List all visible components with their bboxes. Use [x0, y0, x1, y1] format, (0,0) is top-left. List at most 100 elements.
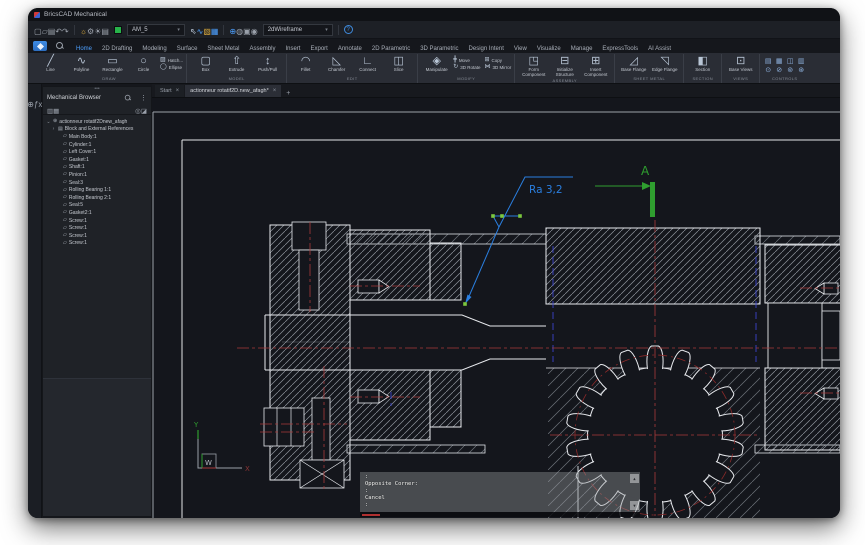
ribbon-button[interactable]: ∟Connect	[352, 55, 383, 72]
document-tab-label: Start	[160, 88, 172, 94]
qat-file-icon[interactable]: ↷	[62, 27, 69, 36]
selection-grips[interactable]	[463, 214, 522, 306]
ribbon-button[interactable]: ◹Edge Flange	[649, 55, 680, 72]
command-line-text: :	[365, 488, 640, 495]
panel-tool-icon[interactable]: ▦	[53, 108, 59, 115]
qat-tool-icon[interactable]: ☼	[80, 27, 87, 36]
tree-item[interactable]: ▱ Rolling Bearing 1:1	[43, 186, 151, 194]
divider	[223, 25, 224, 35]
ribbon-small-button[interactable]: ▨Hatch...	[160, 57, 183, 63]
ribbon-small-button[interactable]: ⊞Copy	[484, 57, 511, 63]
control-toggle-icon[interactable]: ⊛	[796, 67, 806, 75]
qat-view-icon[interactable]: ◉	[251, 27, 258, 36]
tree-caret-icon[interactable]: ⌄	[46, 119, 51, 125]
ribbon-button[interactable]: ▢Box	[190, 55, 221, 72]
tree-item[interactable]: ⌄ ⊕ actionneur rotatif2Dnew_afagh	[43, 118, 151, 126]
layer-combo[interactable]: AM_5 ▾	[127, 24, 185, 36]
tree-item[interactable]: ▱ Cylinder:1	[43, 141, 151, 149]
ribbon-button[interactable]: ○Circle	[128, 55, 159, 72]
tree-item[interactable]: ▱ Gasket2:1	[43, 209, 151, 217]
control-toggle-icon[interactable]: ▥	[796, 58, 806, 66]
tree-item[interactable]: ▱ Pinion:1	[43, 171, 151, 179]
search-icon[interactable]	[55, 41, 65, 51]
tree-item[interactable]: ▱ Seal:3	[43, 179, 151, 187]
tree-item[interactable]: ▱ Screw:1	[43, 224, 151, 232]
ribbon-button-icon: ⋈	[484, 64, 490, 70]
color-swatch[interactable]	[114, 26, 122, 34]
component-icon: ▱	[63, 203, 67, 208]
ribbon-button[interactable]: ◫Slice	[383, 55, 414, 72]
ribbon-small-button[interactable]: ◯Ellipse	[160, 64, 183, 70]
qat-draw-icon[interactable]: ⇖	[190, 27, 197, 36]
ribbon-group-label: CONTROLS	[763, 75, 806, 83]
ribbon-button[interactable]: ⇧Extrude	[221, 55, 252, 72]
section-marker[interactable]: A	[595, 164, 655, 217]
ribbon-small-button[interactable]: ↻3D Rotate	[453, 64, 480, 70]
ribbon-small-button[interactable]: ⋈3D Mirror	[484, 64, 511, 70]
scroll-down-icon[interactable]: ▼	[630, 501, 639, 510]
tree-item[interactable]: ▱ Gasket:1	[43, 156, 151, 164]
control-toggle-icon[interactable]: ⊚	[785, 67, 795, 75]
ribbon-button[interactable]: ╱Line	[35, 55, 66, 72]
qat-tool-icon[interactable]: ▤	[101, 27, 109, 36]
tree-item[interactable]: ▱ Screw:1	[43, 217, 151, 225]
ribbon-small-button[interactable]: ╋Move	[453, 57, 480, 63]
ribbon-button[interactable]: ⊟Initialize Structure	[549, 55, 580, 77]
command-scrollbar[interactable]: ▲ ▼	[630, 474, 639, 510]
panel-tool-icon[interactable]: ◪	[141, 108, 147, 115]
ribbon-button[interactable]: ↕Push/Pull	[252, 55, 283, 72]
qat-draw-icon[interactable]: ▧	[203, 27, 211, 36]
model-canvas[interactable]: A Ra 3,2	[152, 98, 840, 518]
ribbon-button-label: Push/Pull	[258, 67, 277, 72]
ribbon-button[interactable]: ◠Fillet	[290, 55, 321, 72]
tree-caret-icon[interactable]: ›	[51, 126, 56, 132]
help-icon[interactable]: ?	[344, 25, 353, 34]
tree-item[interactable]: ▱ Left Cover:1	[43, 148, 151, 156]
tree-item[interactable]: › ▤ Block and External References	[43, 126, 151, 134]
ucs-y-label: Y	[193, 421, 199, 429]
ribbon-button[interactable]: ◧Section	[687, 55, 718, 72]
close-icon[interactable]: ×	[273, 88, 277, 94]
command-line-text: :	[365, 474, 640, 481]
visual-style-combo[interactable]: 2dWireframe ▾	[263, 24, 333, 36]
control-toggle-icon[interactable]: ▦	[774, 58, 784, 66]
ribbon-button[interactable]: ∿Polyline	[66, 55, 97, 72]
search-icon[interactable]	[124, 94, 132, 102]
scroll-up-icon[interactable]: ▲	[630, 474, 639, 483]
ribbon-button[interactable]: ⊞Insert Component	[580, 55, 611, 77]
ucs-w-label: W	[205, 459, 212, 467]
qat-file-icon[interactable]: ▢	[34, 27, 42, 36]
close-icon[interactable]: ×	[176, 88, 180, 94]
tree-item[interactable]: ▱ Rolling Bearing 2:1	[43, 194, 151, 202]
tree-item[interactable]: ▱ Screw:1	[43, 232, 151, 240]
qat-view-icon[interactable]: ▣	[243, 27, 251, 36]
app-menu-button[interactable]	[33, 41, 47, 51]
ribbon-button-label: 3D Rotate	[460, 65, 480, 70]
control-toggle-icon[interactable]: ⊙	[763, 67, 773, 75]
ribbon-button[interactable]: ◺Chamfer	[321, 55, 352, 72]
panel-details-pane	[43, 378, 151, 516]
ribbon-button[interactable]: ◈Manipulate	[421, 55, 452, 72]
document-tab[interactable]: Start ×	[155, 85, 184, 97]
qat-file-icon[interactable]: ↶	[55, 27, 62, 36]
ribbon-button-icon: ⊞	[484, 57, 489, 63]
control-toggle-icon[interactable]: ▤	[763, 58, 773, 66]
divider	[74, 25, 75, 35]
tree-item[interactable]: ▱ Main Body:1	[43, 133, 151, 141]
ribbon-button[interactable]: ▭Rectangle	[97, 55, 128, 72]
command-line-overlay[interactable]: :Opposite Corner::Cancel: ▲ ▼	[360, 472, 640, 512]
tree-item[interactable]: ▱ Seal:5	[43, 202, 151, 210]
new-tab-button[interactable]: +	[282, 90, 294, 97]
control-toggle-icon[interactable]: ◫	[785, 58, 795, 66]
control-toggle-icon[interactable]: ⊘	[774, 67, 784, 75]
ribbon-button[interactable]: ⊡Base Views	[725, 55, 756, 72]
ribbon-button[interactable]: ◿Base Flange	[618, 55, 649, 72]
qat-draw-icon[interactable]: ▦	[211, 27, 219, 36]
cover-bolt-head	[292, 222, 326, 250]
document-tab[interactable]: actionneur rotatif2D.new_afagh* ×	[185, 85, 281, 97]
tree-item[interactable]: ▱ Screw:1	[43, 240, 151, 248]
workspace: ☼⊕ƒx≣ ••• Mechanical Browser ⋮ ▥▦ ◎◪ ⌄ ⊕	[28, 84, 840, 518]
ribbon-button[interactable]: ◳Form Component	[518, 55, 549, 77]
tree-item[interactable]: ▱ Shaft:1	[43, 164, 151, 172]
section-label: A	[641, 164, 650, 178]
